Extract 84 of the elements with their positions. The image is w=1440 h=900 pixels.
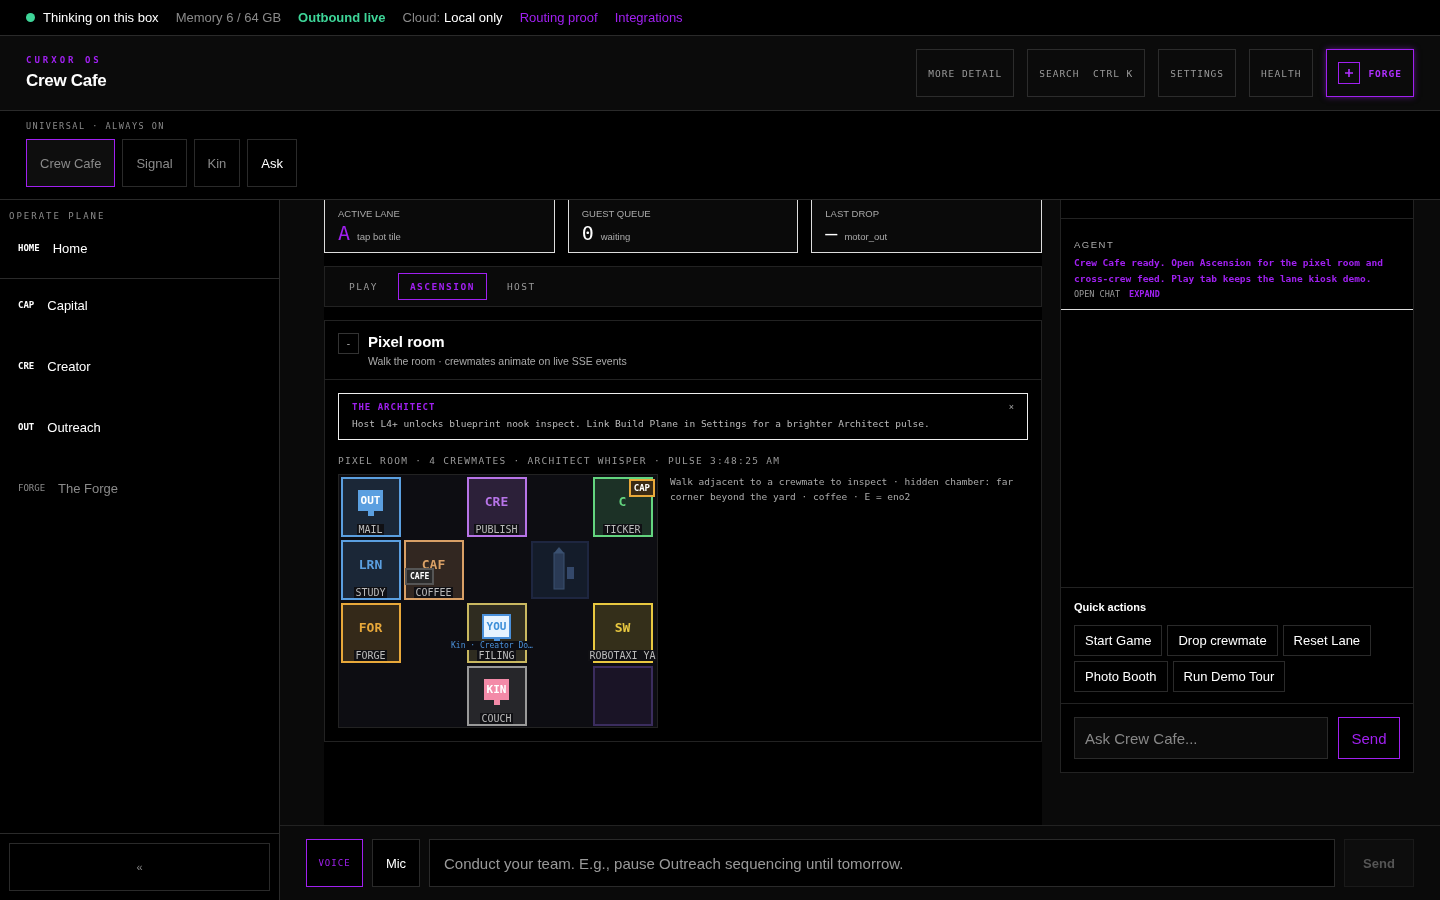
outbound-status: Outbound live — [298, 10, 386, 25]
room-label: ROBOTAXI YA — [588, 649, 657, 661]
room-label: PUBLISH — [474, 523, 519, 535]
room-label: MAIL — [357, 523, 384, 535]
page-title: Crew Cafe — [26, 71, 107, 91]
header-button[interactable]: MORE DETAIL — [916, 49, 1015, 97]
section-label: UNIVERSAL · ALWAYS ON — [26, 121, 166, 131]
room-tile[interactable]: KIN COUCH — [466, 665, 527, 726]
room-code: FOR — [358, 619, 383, 635]
room-code: SW — [614, 619, 631, 635]
sidebar-item[interactable]: OUT Outreach — [0, 415, 279, 439]
header-button[interactable]: HEALTH — [1249, 49, 1314, 97]
room-code: CRE — [484, 493, 509, 509]
nav-link[interactable]: Integrations — [614, 10, 683, 25]
status-dot-icon — [26, 13, 35, 22]
notice-text: Host L4+ unlocks blueprint nook inspect. Link Build Plane in Settings for a brighter Architect pulse. — [352, 418, 931, 429]
quick-action-button[interactable]: Run Demo Tour — [1172, 661, 1286, 692]
sidebar-item[interactable]: CAP Capital — [0, 293, 279, 317]
mode-tab[interactable]: ASCENSION — [397, 273, 487, 300]
room-status-text: PIXEL ROOM · 4 CREWMATES · ARCHITECT WHISPER · PULSE 3:48:25 AM — [338, 455, 782, 466]
section-label: AGENT — [1074, 239, 1116, 250]
notice-title: THE ARCHITECT — [352, 402, 436, 412]
mode-tab[interactable]: PLAY — [337, 273, 390, 300]
quick-action-button[interactable]: Photo Booth — [1074, 661, 1168, 692]
sidebar-item[interactable]: FORGE The Forge — [0, 476, 279, 500]
room-label: COFFEE — [414, 586, 453, 598]
section-label: OPERATE PLANE — [8, 210, 107, 221]
quick-action-button[interactable]: Reset Lane — [1282, 625, 1372, 656]
cloud-label: Cloud: — [402, 10, 441, 25]
mic-button[interactable]: Mic — [372, 839, 420, 887]
collapse-toggle[interactable]: - — [338, 333, 359, 354]
agent-link[interactable]: EXPAND — [1129, 289, 1160, 299]
stat-label: GUEST QUEUE — [581, 208, 652, 219]
app-tab[interactable]: Crew Cafe — [26, 139, 116, 187]
plus-icon — [1338, 62, 1361, 84]
crewmate-badge: CAP — [628, 479, 655, 497]
app-tab[interactable]: Kin — [193, 139, 241, 187]
crewmate-caption: Kin · Creator Do… — [449, 641, 535, 650]
stat-value: A — [338, 221, 351, 245]
panel-title: Pixel room — [368, 333, 446, 350]
stat-value: 0 — [581, 221, 594, 245]
memory-text: Memory 6 / 64 GB — [175, 10, 282, 25]
app-tab[interactable]: Signal — [122, 139, 187, 187]
sidebar-item[interactable]: CRE Creator — [0, 354, 279, 378]
crewmate-badge: CAFE — [405, 568, 435, 585]
header-button[interactable]: FORGE — [1326, 49, 1414, 97]
room-tile[interactable]: CRE PUBLISH — [466, 476, 527, 537]
room-tile[interactable]: LRN STUDY — [340, 539, 401, 600]
app-tab[interactable]: Ask — [247, 139, 298, 187]
room-label: TICKER — [603, 523, 642, 535]
room-code: LRN — [358, 556, 383, 572]
send-button[interactable]: Send — [1338, 717, 1400, 759]
room-label: STUDY — [354, 586, 387, 598]
sidebar-item[interactable]: HOME Home — [0, 236, 279, 260]
header-button[interactable]: SETTINGS — [1158, 49, 1237, 97]
agent-link[interactable]: OPEN CHAT — [1074, 289, 1121, 299]
status-text: Thinking on this box — [43, 10, 159, 25]
quick-action-button[interactable]: Start Game — [1074, 625, 1163, 656]
stat-label: LAST DROP — [825, 208, 880, 219]
command-input[interactable]: Conduct your team. E.g., pause Outreach sequencing until tomorrow. — [429, 839, 1335, 887]
room-hint: Walk adjacent to a crewmate to inspect · hidden chamber: far corner beyond the yard · coffee · E = eno2 — [670, 475, 1015, 504]
panel-subtitle: Walk the room · crewmates animate on live SSE events — [368, 355, 627, 367]
room-code: C — [618, 493, 627, 509]
header-button[interactable]: SEARCH CTRL K — [1027, 49, 1146, 97]
quick-action-button[interactable]: Drop crewmate — [1167, 625, 1278, 656]
stat-label: ACTIVE LANE — [338, 208, 401, 219]
room-label: COUCH — [480, 712, 513, 724]
stat-caption: waiting — [600, 231, 631, 242]
agent-message: Crew Cafe ready. Open Ascension for the pixel room and cross-crew feed. Play tab keeps the lane kiosk demo. — [1074, 256, 1384, 286]
chat-input[interactable]: Ask Crew Cafe... — [1074, 717, 1328, 759]
collapse-button[interactable]: « — [9, 843, 270, 891]
room-tile[interactable]: OUT MAIL — [340, 476, 401, 537]
section-title: Quick actions — [1074, 601, 1148, 613]
room-label: FORGE — [354, 649, 387, 661]
voice-button[interactable]: VOICE — [306, 839, 363, 887]
close-button[interactable]: × — [1008, 402, 1014, 412]
stat-caption: motor_out — [844, 231, 888, 242]
nav-link[interactable]: Routing proof — [519, 10, 598, 25]
room-tile[interactable]: FOR FORGE — [340, 602, 401, 663]
mode-tab[interactable]: HOST — [494, 273, 548, 300]
stat-caption: tap bot tile — [357, 231, 401, 242]
stat-value: — — [825, 221, 838, 245]
cloud-value: Local only — [444, 10, 503, 25]
brand-label: CURXOR OS — [26, 55, 103, 65]
